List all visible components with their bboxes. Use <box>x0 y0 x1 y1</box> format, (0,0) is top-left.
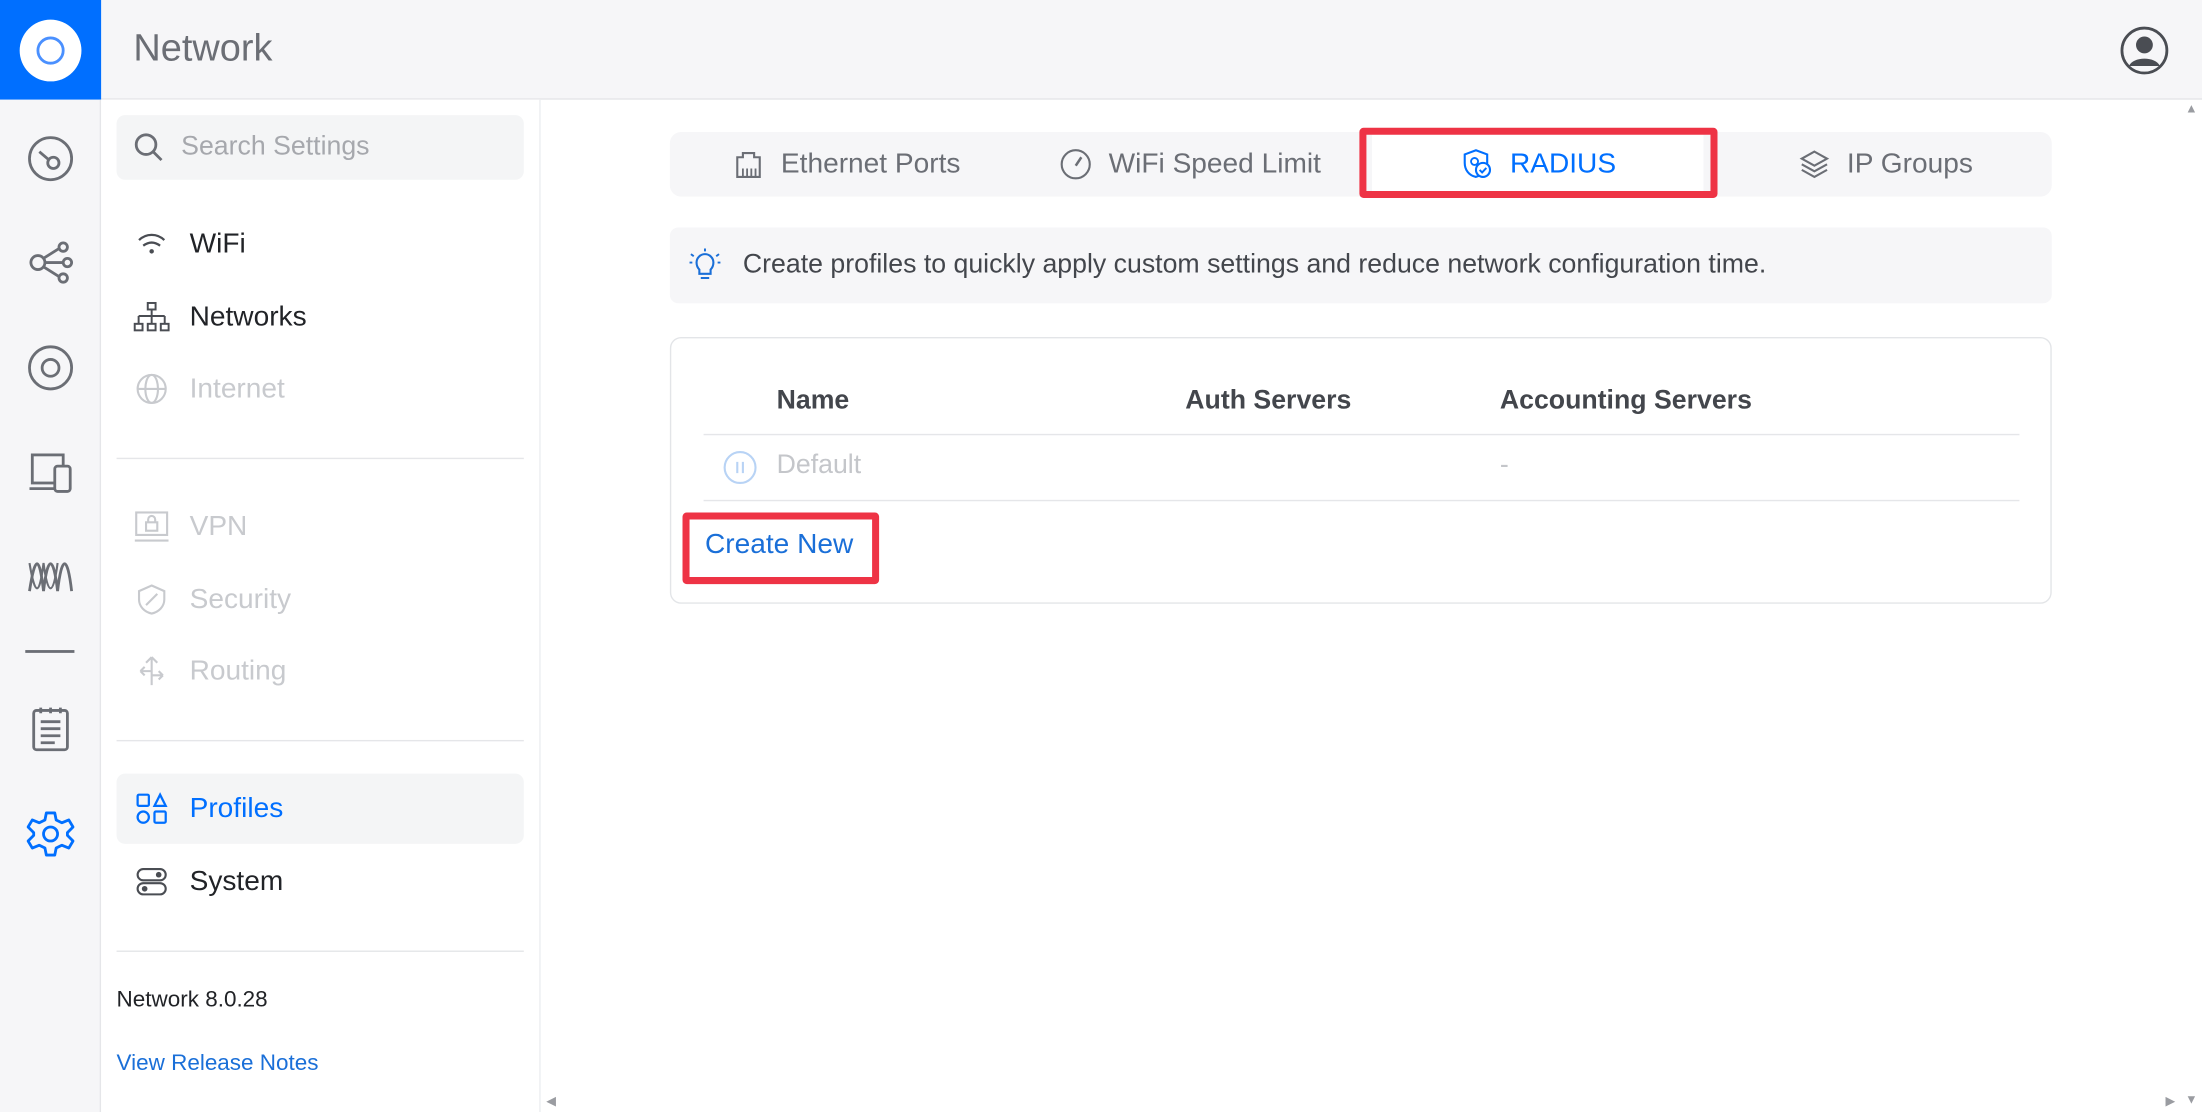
sidebar-divider <box>116 457 524 460</box>
tab-radius[interactable]: RADIUS <box>1372 131 1704 197</box>
column-header-auth-servers: Auth Servers <box>1185 386 1352 416</box>
row-name: Default <box>776 450 862 481</box>
profile-tabs: Ethernet Ports WiFi Speed Limit RADIUS I… <box>669 131 2052 197</box>
scroll-up-arrow[interactable]: ▲ <box>2185 101 2198 115</box>
tab-label: Ethernet Ports <box>780 148 961 180</box>
sidebar-item-label: Routing <box>189 654 287 686</box>
profiles-grid-icon <box>133 790 170 827</box>
lightbulb-icon <box>687 247 724 284</box>
create-new-button[interactable]: Create New <box>705 529 853 561</box>
tab-label: IP Groups <box>1846 148 1973 180</box>
view-release-notes-link[interactable]: View Release Notes <box>117 1052 319 1077</box>
scroll-down-arrow[interactable]: ▼ <box>2185 1092 2198 1106</box>
header-divider <box>703 433 2020 436</box>
sidebar-item-label: Security <box>189 583 292 615</box>
scroll-left-arrow[interactable]: ◀ <box>546 1094 556 1109</box>
sidebar-item-wifi[interactable]: WiFi <box>117 209 524 279</box>
table-row[interactable]: Default - <box>704 437 2020 502</box>
tab-label: RADIUS <box>1509 148 1617 180</box>
account-icon[interactable] <box>2119 25 2170 76</box>
sidebar-divider <box>116 950 524 952</box>
system-log-icon[interactable] <box>25 703 76 754</box>
search-icon <box>134 133 163 162</box>
sidebar-item-routing: Routing <box>117 636 524 706</box>
network-tree-icon <box>133 299 170 336</box>
sidebar-item-label: System <box>189 865 284 897</box>
ethernet-port-icon <box>730 146 767 183</box>
client-devices-icon[interactable] <box>25 446 76 497</box>
tab-ethernet-ports[interactable]: Ethernet Ports <box>670 132 1021 197</box>
tab-wifi-speed-limit[interactable]: WiFi Speed Limit <box>1021 132 1358 197</box>
rail-divider <box>25 650 75 653</box>
sidebar-item-label: Profiles <box>189 792 284 824</box>
sidebar-item-label: Internet <box>189 372 285 404</box>
settings-sidebar: WiFi Networks Internet VPN Security Rout… <box>101 99 541 1112</box>
sidebar-divider <box>116 739 524 742</box>
layers-icon <box>1796 146 1833 183</box>
devices-icon[interactable] <box>25 343 76 394</box>
globe-icon <box>133 371 170 408</box>
column-header-name: Name <box>776 386 850 416</box>
wifi-icon <box>133 226 170 263</box>
sidebar-item-internet: Internet <box>117 354 524 424</box>
system-toggle-icon <box>133 863 170 900</box>
pause-status-icon <box>723 451 757 485</box>
sidebar-item-networks[interactable]: Networks <box>117 282 524 352</box>
search-settings <box>116 115 524 180</box>
sidebar-item-label: Networks <box>189 301 307 333</box>
search-input[interactable] <box>181 131 505 163</box>
scroll-right-arrow[interactable]: ▶ <box>2165 1094 2175 1109</box>
nav-rail <box>0 99 102 1112</box>
sidebar-item-vpn: VPN <box>117 491 524 561</box>
topology-icon[interactable] <box>25 237 76 288</box>
logo-ring-icon <box>19 18 82 81</box>
sidebar-item-security: Security <box>117 564 524 634</box>
vpn-lock-icon <box>133 508 170 545</box>
row-accounting-servers: - <box>1499 450 1509 481</box>
sidebar-item-profiles[interactable]: Profiles <box>116 773 524 844</box>
row-divider <box>703 499 2020 502</box>
sidebar-item-label: WiFi <box>189 228 246 260</box>
routing-arrows-icon <box>133 653 170 690</box>
sidebar-item-system[interactable]: System <box>117 847 524 917</box>
column-header-accounting-servers: Accounting Servers <box>1499 386 1752 416</box>
sidebar-item-label: VPN <box>189 510 248 542</box>
info-banner: Create profiles to quickly apply custom … <box>669 227 2052 304</box>
tab-label: WiFi Speed Limit <box>1108 148 1321 180</box>
app-title: Network <box>133 26 273 69</box>
top-bar: Network <box>0 0 2202 100</box>
speedometer-icon <box>1058 146 1095 183</box>
radius-profiles-card: Name Auth Servers Accounting Servers Def… <box>669 336 2052 604</box>
banner-text: Create profiles to quickly apply custom … <box>742 249 1767 280</box>
insights-icon[interactable] <box>25 550 76 601</box>
shield-icon <box>133 581 170 618</box>
settings-gear-icon[interactable] <box>25 809 76 860</box>
version-label: Network 8.0.28 <box>116 988 268 1013</box>
shield-check-icon <box>1459 146 1496 183</box>
ubiquiti-logo[interactable] <box>0 0 102 100</box>
tab-ip-groups[interactable]: IP Groups <box>1718 132 2052 197</box>
dashboard-icon[interactable] <box>25 133 76 184</box>
